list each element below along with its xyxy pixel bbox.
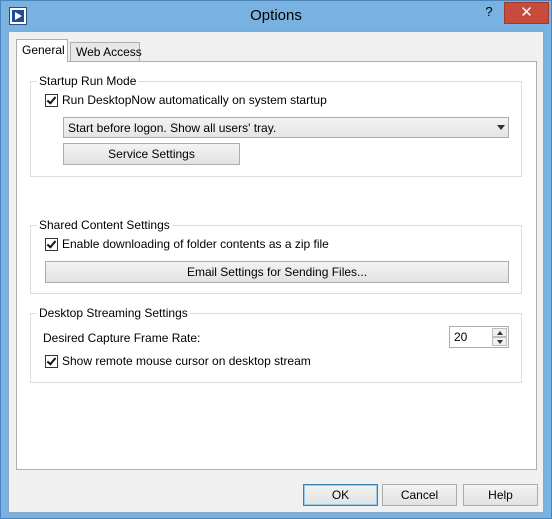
ok-button[interactable]: OK	[303, 484, 378, 506]
remote-cursor-checkbox-row[interactable]: Show remote mouse cursor on desktop stre…	[45, 354, 345, 370]
startup-run-mode-group: Startup Run Mode Run DesktopNow automati…	[30, 74, 522, 177]
checkmark-icon	[46, 238, 57, 249]
zip-download-checkbox-row[interactable]: Enable downloading of folder contents as…	[45, 237, 345, 253]
tab-web-access[interactable]: Web Access	[70, 42, 142, 61]
shared-content-group: Shared Content Settings Enable downloadi…	[30, 218, 522, 294]
tab-general[interactable]: General	[16, 39, 68, 62]
options-window: Options ? ✕ General Web Access Startup R…	[0, 0, 552, 519]
window-title: Options	[250, 7, 302, 24]
help-titlebar-button[interactable]: ?	[476, 2, 502, 24]
checkmark-icon	[46, 94, 57, 105]
checkmark-icon	[46, 355, 57, 366]
general-tab-panel: Startup Run Mode Run DesktopNow automati…	[16, 61, 537, 470]
remote-cursor-label: Show remote mouse cursor on desktop stre…	[62, 354, 311, 368]
zip-download-checkbox[interactable]	[45, 238, 58, 251]
email-settings-button[interactable]: Email Settings for Sending Files...	[45, 261, 509, 283]
frame-rate-stepper[interactable]: 20	[449, 326, 509, 348]
dialog-client-area: General Web Access Startup Run Mode Run …	[8, 31, 544, 513]
shared-group-title: Shared Content Settings	[37, 218, 172, 232]
run-on-startup-checkbox-row[interactable]: Run DesktopNow automatically on system s…	[45, 93, 345, 109]
decrement-arrow-icon[interactable]	[492, 337, 507, 346]
increment-arrow-icon[interactable]	[492, 328, 507, 337]
frame-rate-value: 20	[454, 330, 468, 344]
frame-rate-label: Desired Capture Frame Rate:	[43, 331, 201, 345]
startup-mode-value: Start before logon. Show all users' tray…	[68, 121, 277, 135]
run-on-startup-checkbox[interactable]	[45, 94, 58, 107]
remote-cursor-checkbox[interactable]	[45, 355, 58, 368]
service-settings-button[interactable]: Service Settings	[63, 143, 240, 165]
chevron-down-icon	[497, 125, 505, 130]
streaming-group-title: Desktop Streaming Settings	[37, 306, 190, 320]
run-on-startup-label: Run DesktopNow automatically on system s…	[62, 93, 327, 107]
desktop-streaming-group: Desktop Streaming Settings Desired Captu…	[30, 306, 522, 383]
startup-group-title: Startup Run Mode	[37, 74, 139, 88]
help-button[interactable]: Help	[463, 484, 538, 506]
cancel-button[interactable]: Cancel	[382, 484, 457, 506]
startup-mode-select[interactable]: Start before logon. Show all users' tray…	[63, 117, 509, 138]
zip-download-label: Enable downloading of folder contents as…	[62, 237, 329, 251]
title-bar[interactable]: Options ? ✕	[1, 1, 551, 31]
close-button[interactable]: ✕	[504, 2, 549, 24]
